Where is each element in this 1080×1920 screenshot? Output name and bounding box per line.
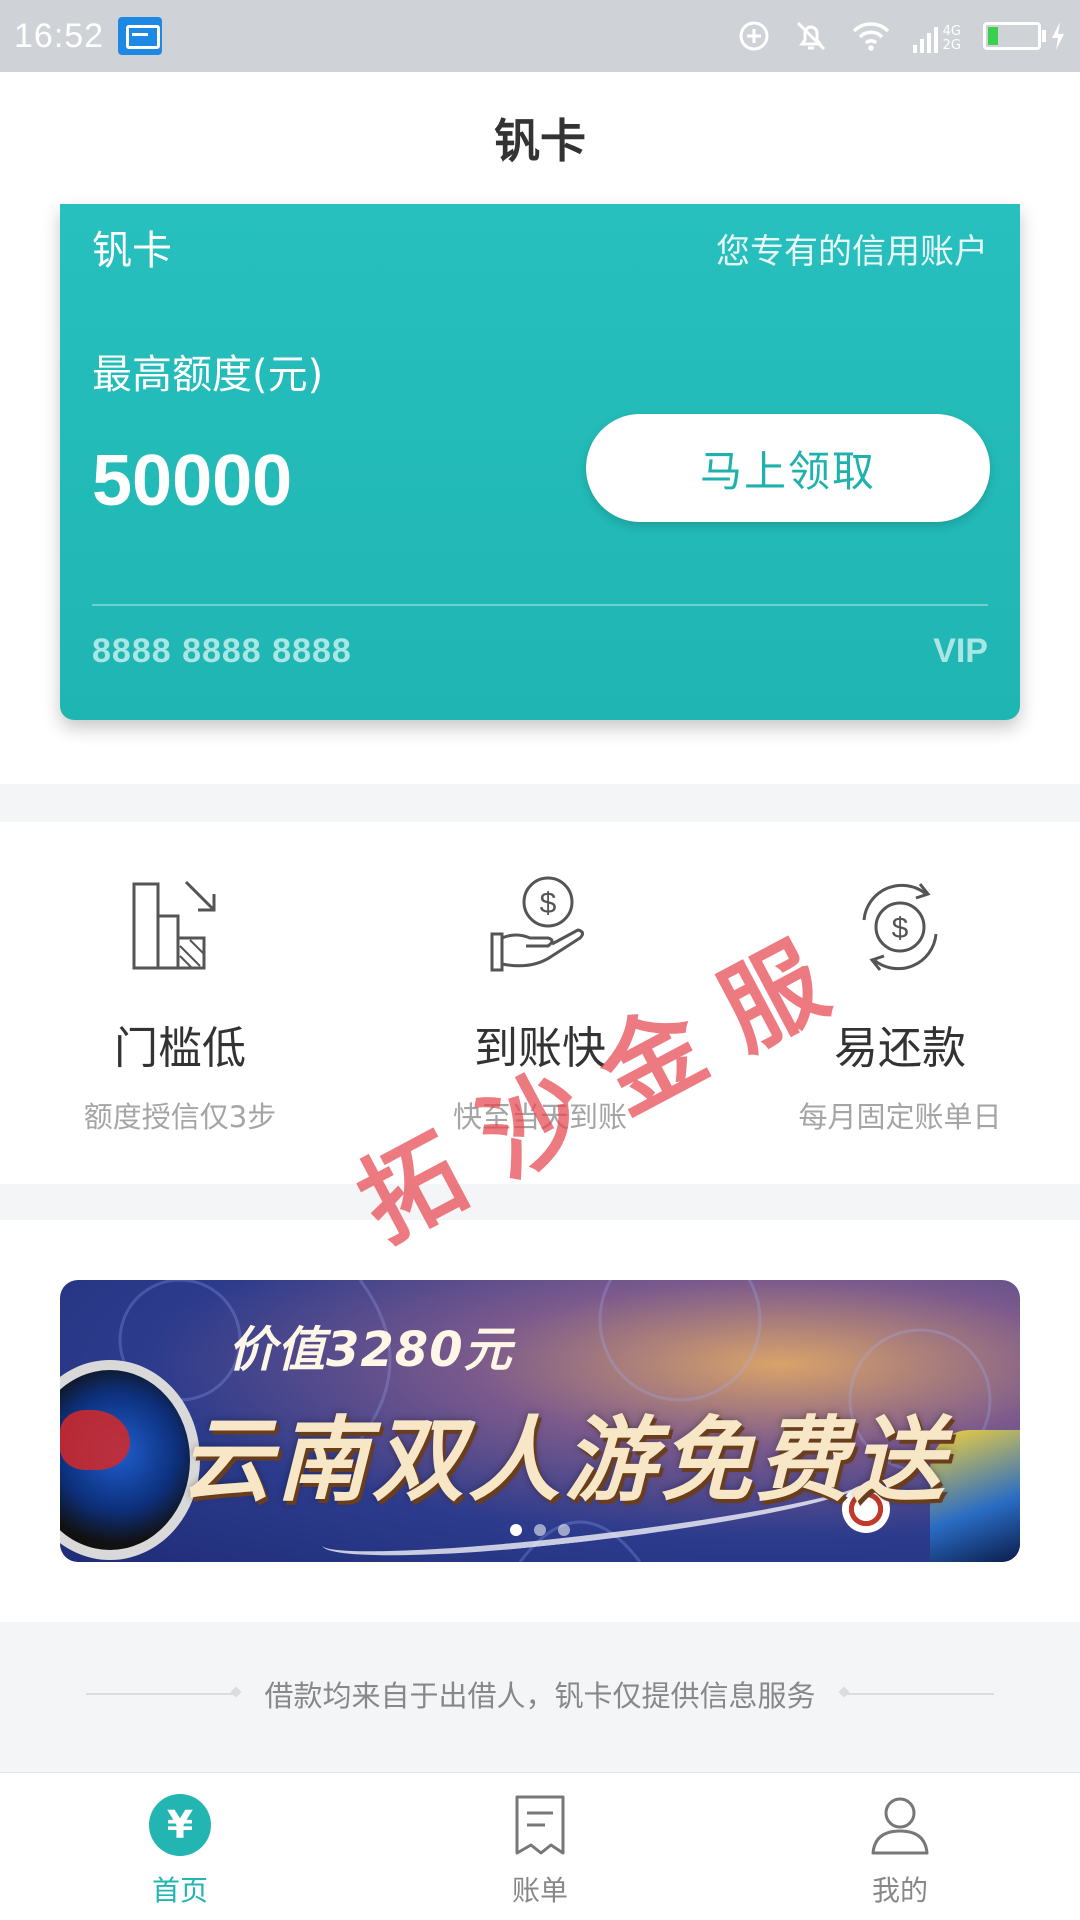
promo-banner[interactable]: 价值3280元 云南双人游免费送 [60, 1280, 1020, 1562]
card-name: 钒卡 [92, 228, 172, 274]
mute-bell-icon [796, 21, 825, 51]
carousel-indicator [60, 1524, 1020, 1536]
carousel-dot[interactable] [510, 1524, 522, 1536]
disclaimer-text: 借款均来自于出借人，钒卡仅提供信息服务 [264, 1679, 816, 1713]
banner-headline: 云南双人游免费送 [180, 1407, 949, 1514]
nav-item-me[interactable]: 我的 [720, 1773, 1080, 1920]
card-number: 8888 8888 8888 [92, 632, 352, 670]
yuan-circle-icon: ¥ [148, 1793, 212, 1857]
low-threshold-icon [132, 880, 216, 970]
carousel-dot[interactable] [534, 1524, 546, 1536]
bill-icon [508, 1793, 572, 1857]
repay-cycle-dollar-icon: $ [862, 883, 938, 971]
user-icon [868, 1793, 932, 1857]
status-icons: 4G 2G [737, 18, 1066, 54]
bottom-nav: ¥ 首页 账单 我的 [0, 1772, 1080, 1920]
nav-label: 我的 [871, 1874, 928, 1907]
feature-subtitle: 每月固定账单日 [798, 1100, 1002, 1134]
vip-badge: VIP [933, 632, 988, 670]
limit-amount: 50000 [92, 441, 293, 521]
claim-now-button[interactable]: 马上领取 [586, 414, 990, 522]
wifi-icon [852, 22, 889, 51]
nav-label: 首页 [151, 1874, 208, 1907]
limit-label: 最高额度(元) [92, 352, 324, 398]
card-tagline: 您专有的信用账户 [716, 232, 988, 272]
credit-card: 钒卡 您专有的信用账户 最高额度(元) 50000 马上领取 8888 8888… [60, 204, 1020, 720]
status-time: 16:52 [14, 16, 105, 55]
disclaimer: 借款均来自于出借人，钒卡仅提供信息服务 [0, 1660, 1080, 1728]
svg-text:$: $ [540, 887, 557, 920]
divider-line [86, 1693, 237, 1695]
hand-dollar-icon: $ [490, 876, 585, 972]
data-saver-icon [739, 21, 769, 51]
signal-icon: 4G 2G [912, 19, 961, 53]
card-divider [92, 604, 988, 606]
feature-subtitle: 额度授信仅3步 [83, 1100, 277, 1134]
nav-label: 账单 [511, 1874, 568, 1907]
status-bar: 16:52 4G 2G [0, 0, 1080, 72]
feature-low-threshold: 门槛低 额度授信仅3步 [0, 822, 360, 1184]
banner-price-text: 价值3280元 [228, 1322, 513, 1378]
nav-item-bill[interactable]: 账单 [360, 1773, 720, 1920]
banner-section: 价值3280元 云南双人游免费送 [0, 1220, 1080, 1622]
card-section: 钒卡 您专有的信用账户 最高额度(元) 50000 马上领取 8888 8888… [0, 204, 1080, 784]
network-4g-label: 4G [942, 24, 961, 39]
nav-item-home[interactable]: ¥ 首页 [0, 1773, 360, 1920]
network-2g-label: 2G [942, 38, 961, 53]
carousel-dot[interactable] [558, 1524, 570, 1536]
battery-charging-icon [983, 21, 1066, 51]
message-icon [118, 17, 163, 55]
feature-title: 门槛低 [114, 1023, 246, 1074]
divider-line [843, 1693, 994, 1695]
page-title: 钒卡 [494, 114, 586, 168]
app-header: 钒卡 [0, 72, 1080, 204]
svg-text:$: $ [892, 912, 909, 945]
app-screen: 16:52 4G 2G 钒卡 钒卡 您专有的信用账户 最高额度(元) 50000… [0, 0, 1080, 1920]
